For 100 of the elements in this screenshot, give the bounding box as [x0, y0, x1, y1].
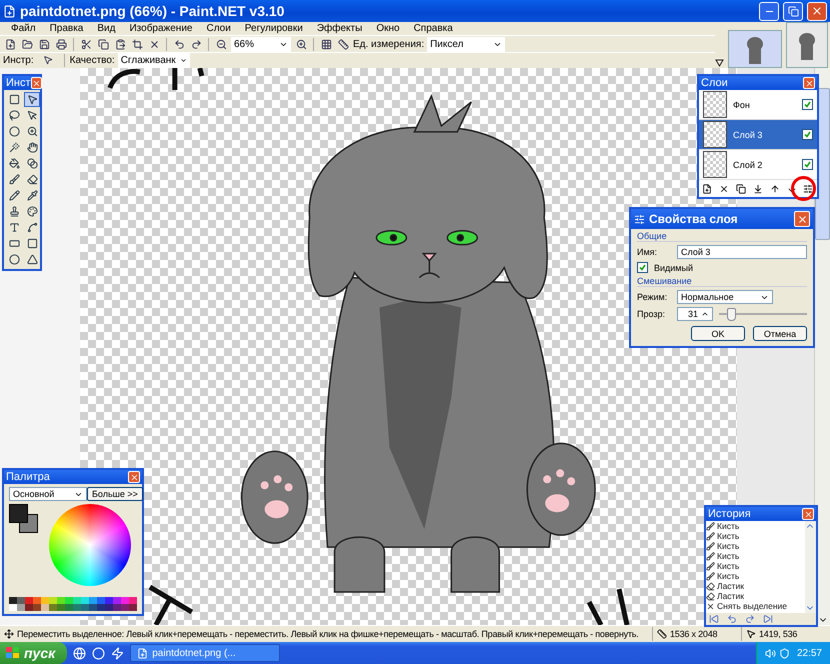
color-swatch[interactable]: [105, 604, 113, 611]
menu-item[interactable]: Правка: [42, 23, 90, 34]
close-button[interactable]: [803, 77, 815, 89]
cancel-button[interactable]: Отмена: [753, 326, 807, 341]
color-swatch[interactable]: [113, 604, 121, 611]
layer-thumbnail: [703, 121, 727, 148]
close-button[interactable]: [807, 2, 827, 20]
palette-dropdown[interactable]: Основной: [9, 487, 87, 501]
color-swatch[interactable]: [41, 604, 49, 611]
color-swatch[interactable]: [25, 597, 33, 604]
menu-item[interactable]: Окно: [369, 23, 407, 34]
color-swatch[interactable]: [73, 597, 81, 604]
menu-item[interactable]: Справка: [406, 23, 460, 34]
color-swatch[interactable]: [65, 597, 73, 604]
brush-icon: [706, 532, 715, 540]
color-swatch[interactable]: [33, 597, 41, 604]
menu-item[interactable]: Эффекты: [310, 23, 370, 34]
layer-row[interactable]: Слой 3: [699, 120, 817, 150]
color-swatch[interactable]: [17, 597, 25, 604]
color-swatch[interactable]: [113, 597, 121, 604]
primary-secondary-colors[interactable]: [9, 504, 39, 534]
layer-row[interactable]: Слой 2: [699, 150, 817, 180]
dropdown-arrow-icon[interactable]: [715, 59, 724, 68]
color-swatch[interactable]: [25, 604, 33, 611]
visibility-checkbox[interactable]: [802, 159, 813, 170]
rewind-icon: [709, 614, 719, 624]
close-button[interactable]: [30, 77, 42, 89]
merge-down-icon: [752, 184, 763, 194]
color-swatch[interactable]: [41, 597, 49, 604]
printer-button[interactable]: [54, 37, 68, 52]
quality-dropdown[interactable]: Сглаживанк: [118, 52, 190, 68]
menu-item[interactable]: Слои: [199, 23, 238, 34]
menu-item[interactable]: Вид: [90, 23, 122, 34]
visibility-checkbox[interactable]: [802, 129, 813, 140]
menu-item[interactable]: Регулировки: [238, 23, 310, 34]
mode-dropdown[interactable]: Нормальное: [677, 290, 773, 304]
ok-button[interactable]: OK: [691, 326, 745, 341]
save-button[interactable]: [37, 37, 51, 52]
ruler-icon: [657, 629, 667, 639]
visibility-checkbox[interactable]: [802, 99, 813, 110]
history-item[interactable]: Ластик: [706, 581, 805, 591]
color-swatch[interactable]: [9, 604, 17, 611]
color-swatch[interactable]: [89, 597, 97, 604]
taskbar-button[interactable]: paintdotnet.png (...: [130, 644, 280, 662]
menu-item[interactable]: Файл: [4, 23, 43, 34]
color-swatch[interactable]: [97, 604, 105, 611]
history-item[interactable]: Снять выделение: [706, 601, 805, 611]
image-thumbnail[interactable]: [786, 22, 828, 68]
restore-button[interactable]: [783, 2, 803, 20]
color-swatch[interactable]: [65, 604, 73, 611]
color-swatch[interactable]: [49, 597, 57, 604]
minimize-button[interactable]: [759, 2, 779, 20]
history-item[interactable]: Кисть: [706, 571, 805, 581]
check-icon: [804, 161, 811, 168]
layer-row[interactable]: Фон: [699, 90, 817, 120]
history-item[interactable]: Кисть: [706, 521, 805, 531]
menu-item[interactable]: Изображение: [122, 23, 200, 34]
history-item[interactable]: Ластик: [706, 591, 805, 601]
color-swatch[interactable]: [89, 604, 97, 611]
close-button[interactable]: [128, 471, 140, 483]
status-text: Переместить выделенное: Левый клик+перемещать - переместить. Левый клик на фишке+перемещать - масштаб. Правый клик+перемещать - повернуть.: [17, 629, 639, 639]
history-item[interactable]: Кисть: [706, 541, 805, 551]
color-swatch[interactable]: [9, 597, 17, 604]
opacity-field[interactable]: 31: [677, 307, 713, 321]
color-swatch[interactable]: [121, 604, 129, 611]
color-swatch[interactable]: [49, 604, 57, 611]
color-swatch[interactable]: [129, 597, 137, 604]
color-swatch[interactable]: [129, 604, 137, 611]
color-swatch[interactable]: [57, 597, 65, 604]
color-swatch[interactable]: [121, 597, 129, 604]
color-swatch[interactable]: [33, 604, 41, 611]
zoom-dropdown[interactable]: 66%: [231, 36, 291, 52]
color-swatch[interactable]: [73, 604, 81, 611]
color-swatch[interactable]: [81, 597, 89, 604]
color-swatch[interactable]: [105, 597, 113, 604]
close-button[interactable]: [802, 508, 814, 520]
zoom-in-button[interactable]: [294, 37, 308, 52]
color-swatch[interactable]: [17, 604, 25, 611]
zoom-out-button[interactable]: [214, 37, 228, 52]
color-swatch[interactable]: [57, 604, 65, 611]
history-item[interactable]: Кисть: [706, 551, 805, 561]
tool-button[interactable]: [24, 92, 40, 107]
folder-button[interactable]: [20, 37, 34, 52]
crop-button[interactable]: [130, 37, 144, 52]
units-dropdown[interactable]: Пиксел: [427, 36, 506, 52]
slider-thumb[interactable]: [726, 308, 736, 320]
color-swatch[interactable]: [97, 597, 105, 604]
history-item[interactable]: Кисть: [706, 561, 805, 571]
visible-checkbox[interactable]: [637, 262, 648, 273]
history-item[interactable]: Кисть: [706, 531, 805, 541]
name-field[interactable]: Слой 3: [677, 245, 807, 259]
grid-button[interactable]: [319, 37, 333, 52]
redo-icon: [745, 614, 755, 624]
color-swatch[interactable]: [81, 604, 89, 611]
ruler-button[interactable]: [336, 37, 350, 52]
image-thumbnail[interactable]: [728, 30, 782, 68]
copy-button[interactable]: [96, 37, 110, 52]
scissors-button[interactable]: [79, 37, 93, 52]
more-button[interactable]: Больше >>: [87, 487, 143, 501]
close-button[interactable]: [794, 211, 810, 227]
